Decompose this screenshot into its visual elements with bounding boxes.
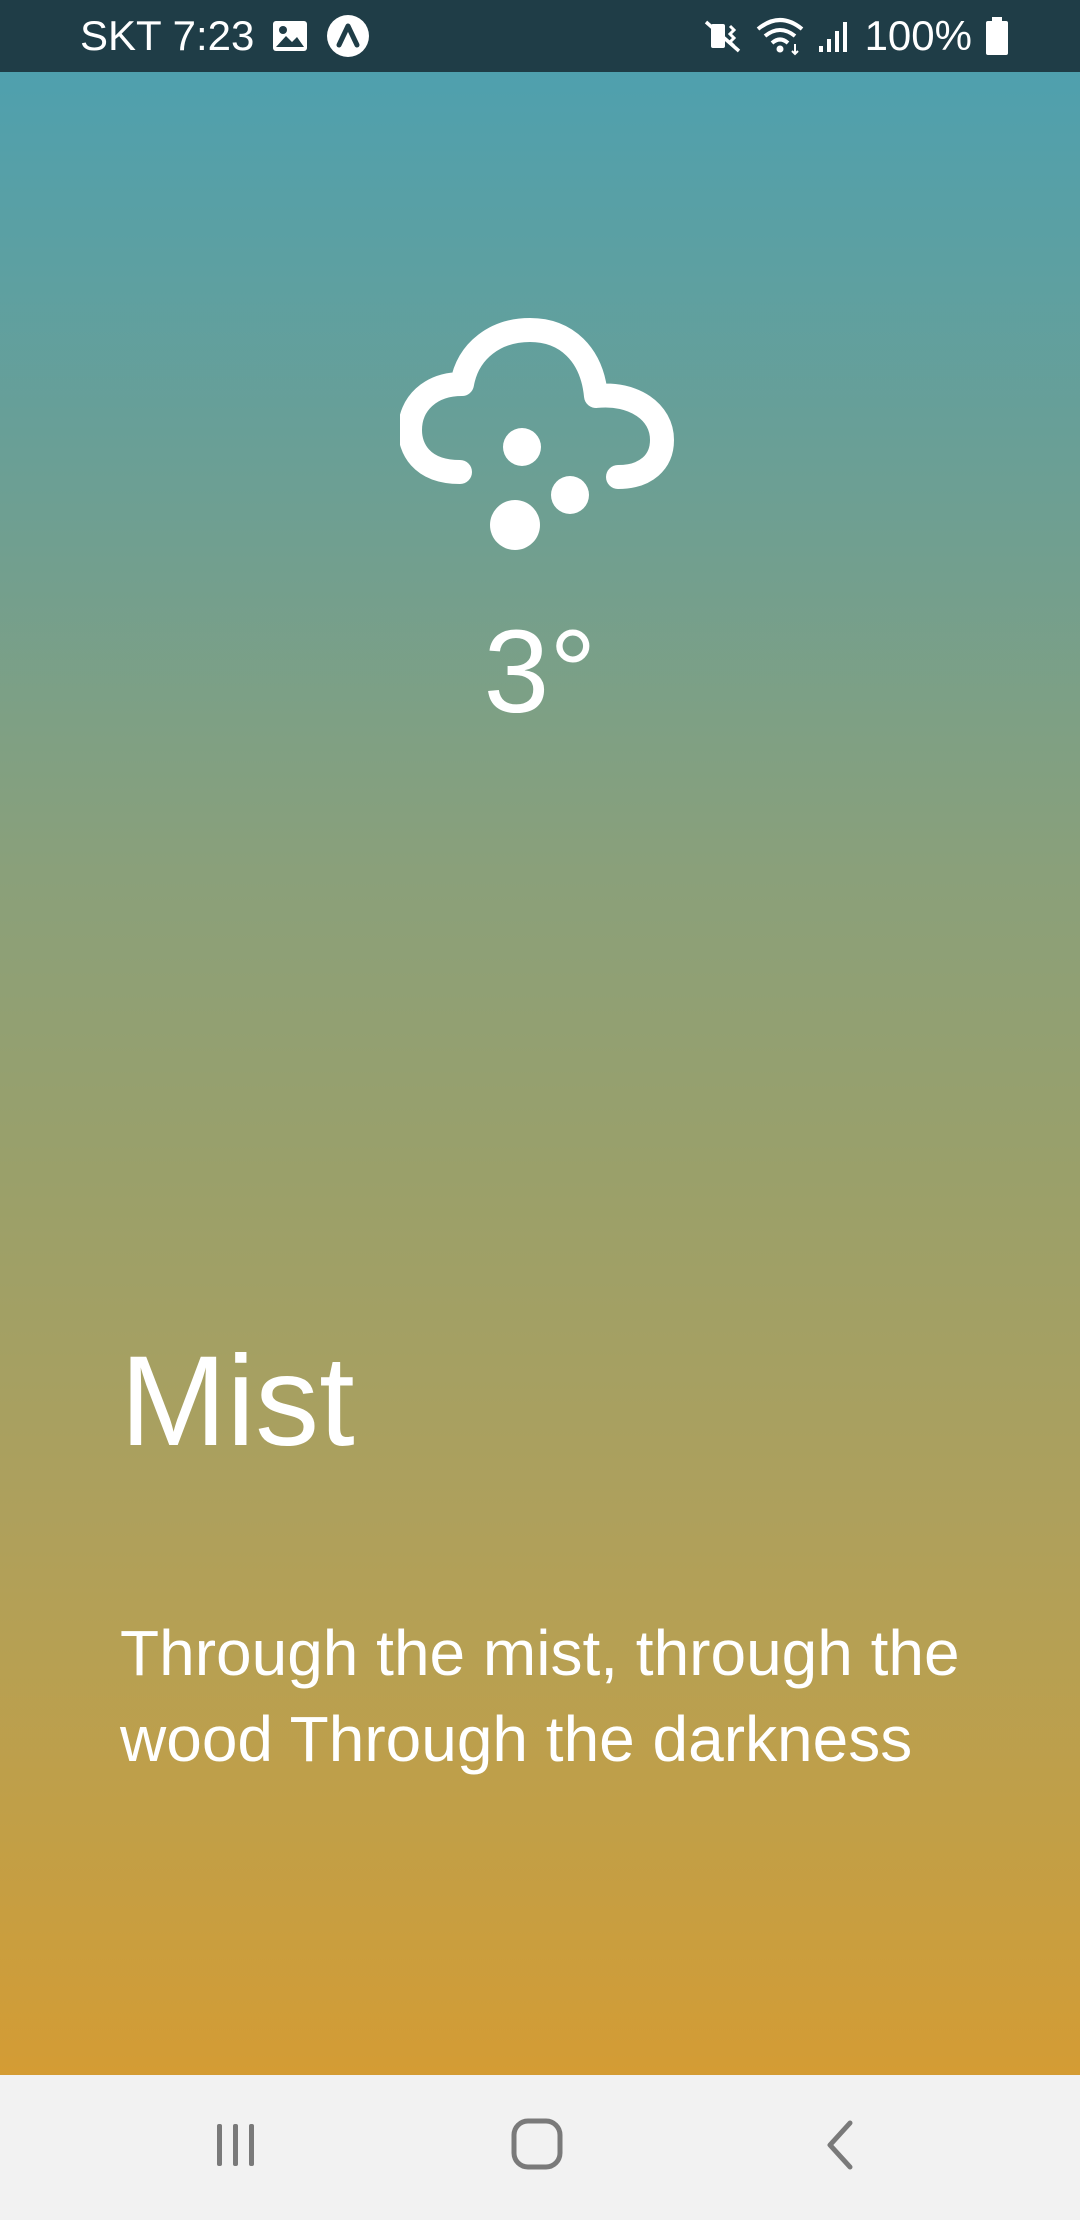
recent-apps-button[interactable]	[166, 2075, 306, 2220]
temperature: 3°	[483, 606, 597, 738]
battery-icon	[984, 16, 1010, 56]
home-button[interactable]	[468, 2075, 608, 2220]
carrier-time: SKT 7:23	[80, 12, 255, 59]
back-icon	[820, 2117, 860, 2178]
app-notification-icon	[326, 14, 370, 58]
mute-vibrate-icon	[703, 18, 743, 54]
weather-condition: Mist	[120, 1330, 355, 1473]
weather-description: Through the mist, through the wood Throu…	[120, 1617, 960, 1775]
weather-main: 3° Mist Through the mist, through the wo…	[0, 72, 1080, 2075]
battery-percent: 100%	[864, 12, 972, 59]
gallery-icon	[272, 20, 308, 52]
status-bar: SKT 7:23 100%	[0, 0, 1080, 72]
home-icon	[510, 2117, 566, 2178]
back-button[interactable]	[770, 2075, 910, 2220]
signal-icon	[817, 18, 853, 54]
status-bar-left: SKT 7:23	[80, 0, 370, 72]
status-bar-right: 100%	[703, 0, 1010, 72]
weather-app-screen: SKT 7:23 100% 3° Mist Through the mist, …	[0, 0, 1080, 2220]
cloud-hail-icon	[398, 312, 680, 562]
recent-apps-icon	[211, 2120, 261, 2175]
wifi-icon	[755, 16, 805, 56]
navigation-bar	[0, 2075, 1080, 2220]
